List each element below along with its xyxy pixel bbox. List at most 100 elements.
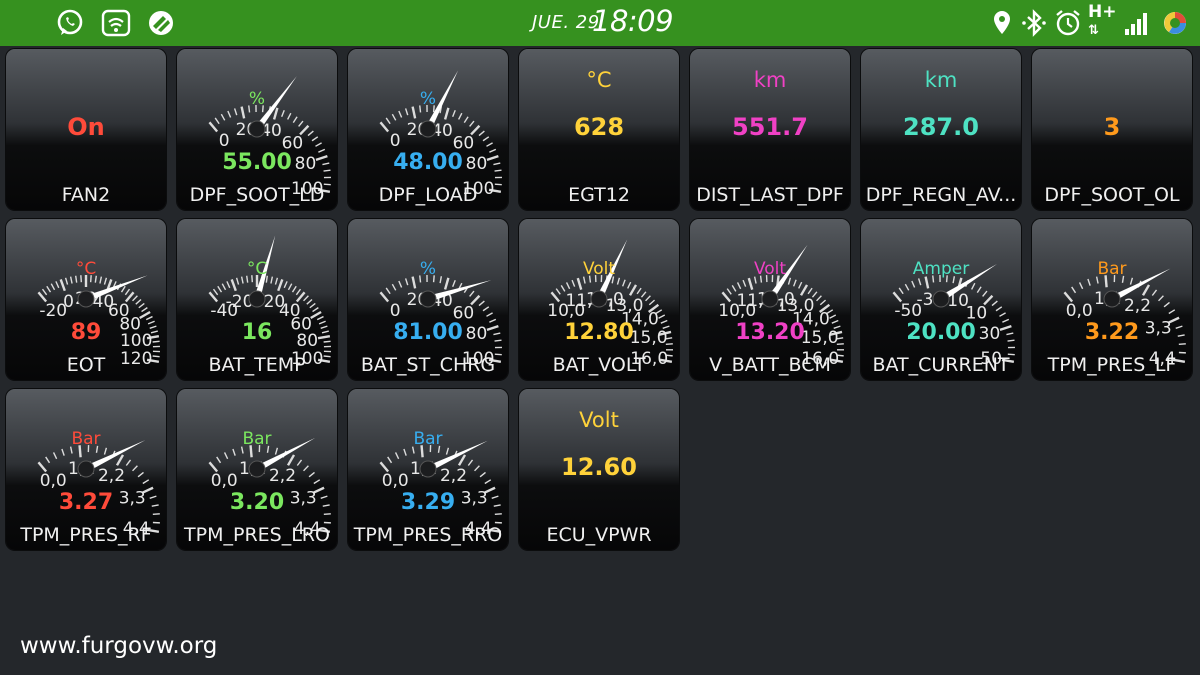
- gauge-minor-tick: [898, 287, 904, 295]
- tile-bat-current[interactable]: -50 -30 -10 10 30 50 Amper 20.00 BAT_CURRENT: [861, 219, 1021, 380]
- gauge-minor-tick: [291, 285, 297, 293]
- gauge-tick-label: 0,0: [40, 471, 67, 491]
- whatsapp-icon[interactable]: [55, 8, 85, 38]
- gauge-minor-tick: [829, 314, 837, 319]
- gauge-major-tick: [59, 279, 66, 292]
- gauge-minor-tick: [306, 298, 313, 305]
- tile-label: TPM_PRES_LRO: [184, 524, 330, 546]
- tile-dpf-soot-ld[interactable]: 0 20 40 60 80 100% 55.00 DPF_SOOT_LD: [177, 49, 337, 210]
- status-time: 18:09: [592, 4, 674, 38]
- gauge-major-tick: [277, 279, 284, 292]
- gauge-minor-tick: [648, 299, 656, 306]
- tile-bat-temp[interactable]: -40-20020406080100°C16BAT_TEMP: [177, 219, 337, 380]
- gauge-minor-tick: [995, 306, 1003, 312]
- gauge-minor-tick: [482, 136, 490, 142]
- gauge-unit: Bar: [413, 429, 443, 449]
- gauge-hub: [761, 290, 779, 308]
- tile-bat-st-chrg[interactable]: 0 20 40 60 80 100% 81.00 BAT_ST_CHRG: [348, 219, 508, 380]
- gauge-hub: [419, 460, 437, 478]
- gauge-major-tick: [272, 107, 279, 120]
- gauge-value: 3.29: [400, 490, 456, 515]
- gauge-minor-tick: [309, 302, 316, 309]
- gauge-minor-tick: [385, 117, 391, 125]
- gauge-minor-tick: [807, 287, 813, 295]
- gauge-tick-label: 0: [390, 131, 401, 151]
- gauge-minor-tick: [792, 279, 797, 287]
- tile-dist-last-dpf[interactable]: km 551.7 DIST_LAST_DPF: [690, 49, 850, 210]
- gauge-value: 89: [70, 320, 102, 345]
- location-icon: [987, 8, 1017, 38]
- gauge-minor-tick: [560, 284, 566, 292]
- gauge-minor-tick: [120, 285, 126, 293]
- gauge-minor-tick: [469, 120, 475, 127]
- gauge-minor-tick: [482, 306, 490, 312]
- gauge-unit: Amper: [912, 259, 970, 279]
- tile-label: BAT_TEMP: [208, 354, 306, 376]
- gauge-minor-tick: [971, 282, 976, 290]
- gauge-minor-tick: [292, 116, 298, 124]
- tile-label: DPF_SOOT_LD: [189, 184, 325, 206]
- gauge-minor-tick: [315, 142, 322, 147]
- gauge-major-tick: [379, 121, 390, 133]
- gauge-major-tick: [286, 454, 296, 466]
- gauge-minor-tick: [731, 284, 737, 292]
- browser-icon[interactable]: [1160, 8, 1190, 38]
- gauge-minor-tick: [387, 456, 393, 464]
- gauge-minor-tick: [55, 281, 60, 289]
- gauge-minor-tick: [658, 314, 666, 319]
- gauge-major-tick: [747, 277, 754, 290]
- gauge-minor-tick: [227, 110, 232, 118]
- gauge-minor-tick: [296, 459, 303, 466]
- tile-bat-volt[interactable]: 10,011,012,013,014,015,016,0Volt12.80BAT…: [519, 219, 679, 380]
- tile-dpf-load[interactable]: 0 20 40 60 80 100% 48.00 DPF_LOAD: [348, 49, 508, 210]
- gauge-unit: Volt: [582, 259, 616, 279]
- tile-fan2[interactable]: On FAN2: [6, 49, 166, 210]
- gauge-minor-tick: [736, 282, 742, 290]
- gauge-major-tick: [443, 107, 450, 120]
- tile-label: TPM_PRES_LF: [1047, 354, 1177, 376]
- tile-tpm-pres-lf[interactable]: 0,01,12,23,34,4Bar3.22TPM_PRES_LF: [1032, 219, 1192, 380]
- tile-label: BAT_ST_CHRG: [360, 354, 496, 376]
- gauge-minor-tick: [478, 300, 485, 307]
- tile-label: TPM_PRES_RRO: [353, 524, 503, 546]
- gauge-minor-tick: [917, 278, 922, 286]
- gauge-minor-tick: [391, 283, 397, 291]
- status-bar: JUE. 29 18:09 H+ ⇅: [0, 0, 1200, 46]
- wifi-sync-icon[interactable]: [101, 8, 131, 38]
- tile-label: V_BATT_BCM: [709, 354, 831, 376]
- tile-label: EOT: [66, 354, 106, 376]
- tile-tpm-pres-rro[interactable]: 0,01,12,23,34,4Bar3.29TPM_PRES_RRO: [348, 389, 508, 550]
- tile-egt12[interactable]: °C 628 EGT12: [519, 49, 679, 210]
- gauge-minor-tick: [621, 279, 626, 287]
- gauge-value: 16: [241, 320, 273, 345]
- tile-dpf-regn-av[interactable]: km 287.0 DPF_REGN_AV...: [861, 49, 1021, 210]
- tile-label: DPF_SOOT_OL: [1044, 184, 1180, 206]
- digital-unit: Volt: [579, 408, 619, 432]
- tile-dpf-soot-ol[interactable]: 3 DPF_SOOT_OL: [1032, 49, 1192, 210]
- gauge-major-tick: [230, 279, 237, 292]
- tile-tpm-pres-lro[interactable]: 0,01,12,23,34,4Bar3.20TPM_PRES_LRO: [177, 389, 337, 550]
- tile-ecu-vpwr[interactable]: Volt 12.60 ECU_VPWR: [519, 389, 679, 550]
- gauge-minor-tick: [298, 120, 304, 127]
- tile-label: ECU_VPWR: [546, 524, 652, 546]
- gauge-minor-tick: [125, 459, 132, 466]
- tile-tpm-pres-rf[interactable]: 0,01,12,23,34,4Bar3.27TPM_PRES_RF: [6, 389, 166, 550]
- gauge-hub: [932, 290, 950, 308]
- tile-eot[interactable]: -20020406080100120°C89EOT: [6, 219, 166, 380]
- signal-icon: [1122, 8, 1152, 38]
- gauge-tick-label: 0,0: [211, 471, 238, 491]
- tile-v-batt-bcm[interactable]: 10,011,012,013,014,015,016,0Volt13.20V_B…: [690, 219, 850, 380]
- gauge-tick-label: 0,0: [1066, 301, 1093, 321]
- app-logo-icon[interactable]: [146, 8, 176, 38]
- gauge-minor-tick: [816, 295, 822, 302]
- gauge-minor-tick: [726, 288, 732, 295]
- gauge-minor-tick: [479, 471, 486, 478]
- gauge-value: 48.00: [393, 150, 463, 175]
- gauge-minor-tick: [571, 279, 576, 287]
- gauge-unit: Bar: [71, 429, 101, 449]
- gauge-minor-tick: [50, 283, 56, 291]
- status-date: JUE. 29: [532, 12, 600, 33]
- digital-value: 551.7: [732, 113, 808, 141]
- gauge-minor-tick: [976, 286, 982, 294]
- gauge-minor-tick: [46, 285, 52, 293]
